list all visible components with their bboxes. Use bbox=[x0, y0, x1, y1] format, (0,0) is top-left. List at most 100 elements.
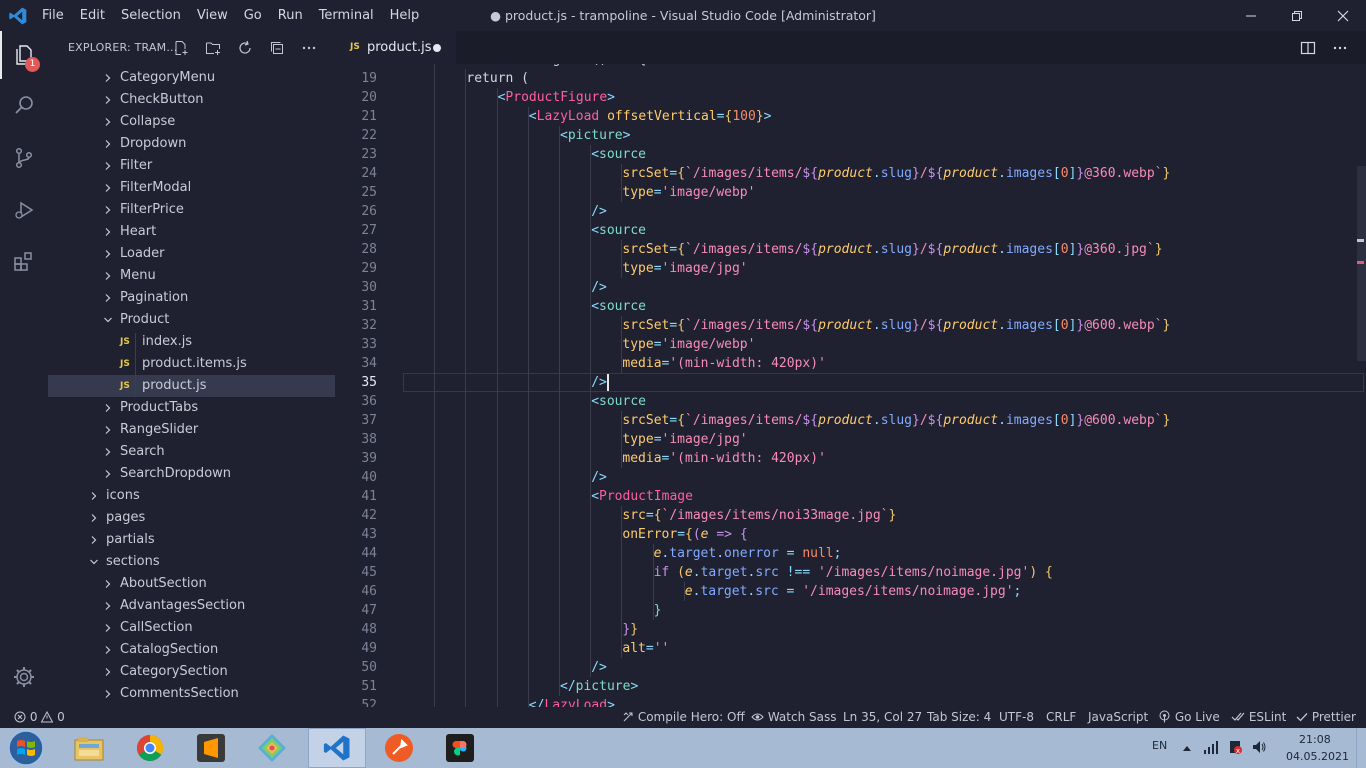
folder-item[interactable]: partials bbox=[48, 529, 335, 551]
code-line[interactable]: 30 /> bbox=[335, 278, 1366, 297]
menu-edit[interactable]: Edit bbox=[72, 0, 113, 31]
explorer-activity[interactable]: 1 bbox=[0, 31, 48, 79]
start-button[interactable] bbox=[0, 728, 52, 768]
folder-item[interactable]: Dropdown bbox=[48, 133, 335, 155]
folder-item[interactable]: Filter bbox=[48, 155, 335, 177]
clock-date[interactable]: 04.05.2021 bbox=[1286, 750, 1349, 763]
code-line[interactable]: 38 type='image/jpg' bbox=[335, 430, 1366, 449]
code-line[interactable]: 45 if (e.target.src !== '/images/items/no… bbox=[335, 563, 1366, 582]
watch-sass-status[interactable]: Watch Sass bbox=[751, 707, 836, 728]
code-line[interactable]: 25 type='image/webp' bbox=[335, 183, 1366, 202]
code-line[interactable]: 41 <ProductImage bbox=[335, 487, 1366, 506]
folder-item[interactable]: CategorySection bbox=[48, 661, 335, 683]
taskbar-vscode[interactable] bbox=[308, 728, 366, 768]
folder-item[interactable]: CategoryMenu bbox=[48, 67, 335, 89]
code-line[interactable]: 24 srcSet={`/images/items/${product.slug}… bbox=[335, 164, 1366, 183]
folder-item[interactable]: CheckButton bbox=[48, 89, 335, 111]
menu-selection[interactable]: Selection bbox=[113, 0, 189, 31]
close-button[interactable] bbox=[1320, 0, 1366, 31]
minimize-button[interactable] bbox=[1228, 0, 1274, 31]
code-line[interactable]: 23 <source bbox=[335, 145, 1366, 164]
folder-item[interactable]: ProductTabs bbox=[48, 397, 335, 419]
unsaved-dot-icon[interactable] bbox=[433, 44, 441, 52]
taskbar-figma[interactable] bbox=[431, 728, 489, 768]
code-line[interactable]: 42 src={`/images/items/noi33mage.jpg`} bbox=[335, 506, 1366, 525]
code-line[interactable]: 47} bbox=[335, 601, 1366, 620]
folder-item[interactable]: sections bbox=[48, 551, 335, 573]
menu-file[interactable]: File bbox=[34, 0, 72, 31]
folder-item[interactable]: FilterPrice bbox=[48, 199, 335, 221]
taskbar-file-explorer[interactable] bbox=[60, 728, 118, 768]
folder-item[interactable]: pages bbox=[48, 507, 335, 529]
folder-item[interactable]: Pagination bbox=[48, 287, 335, 309]
folder-item[interactable]: Search bbox=[48, 441, 335, 463]
language-mode[interactable]: JavaScript bbox=[1088, 707, 1148, 728]
folder-item[interactable]: AboutSection bbox=[48, 573, 335, 595]
tab-size[interactable]: Tab Size: 4 bbox=[927, 707, 991, 728]
taskbar-git-app[interactable] bbox=[243, 728, 301, 768]
problems-indicator[interactable]: 0 0 bbox=[14, 707, 65, 728]
code-line[interactable]: 48}} bbox=[335, 620, 1366, 639]
code-line[interactable]: 21 <LazyLoad offsetVertical={100}> bbox=[335, 107, 1366, 126]
code-line[interactable]: 20 <ProductFigure> bbox=[335, 88, 1366, 107]
compile-hero-status[interactable]: Compile Hero: Off bbox=[622, 707, 745, 728]
network-icon[interactable] bbox=[1203, 739, 1219, 755]
new-file-button[interactable] bbox=[171, 38, 191, 58]
code-line[interactable]: 28 srcSet={`/images/items/${product.slug}… bbox=[335, 240, 1366, 259]
code-line[interactable]: 43 onError={(e => { bbox=[335, 525, 1366, 544]
code-line[interactable]: 32 srcSet={`/images/items/${product.slug}… bbox=[335, 316, 1366, 335]
cursor-position[interactable]: Ln 35, Col 27 bbox=[843, 707, 922, 728]
code-line[interactable]: 33 type='image/webp' bbox=[335, 335, 1366, 354]
folder-item[interactable]: icons bbox=[48, 485, 335, 507]
clock-time[interactable]: 21:08 bbox=[1299, 733, 1331, 746]
eslint-status[interactable]: ESLint bbox=[1231, 707, 1286, 728]
folder-item[interactable]: CommentsSection bbox=[48, 683, 335, 705]
keyboard-language[interactable]: EN bbox=[1152, 739, 1167, 752]
code-line[interactable]: 35 /> bbox=[335, 373, 1366, 392]
end-of-line[interactable]: CRLF bbox=[1046, 707, 1076, 728]
code-line[interactable]: 34 media='(min-width: 420px)' bbox=[335, 354, 1366, 373]
tab-product-js[interactable]: JS product.js bbox=[335, 31, 456, 64]
taskbar-chrome[interactable] bbox=[121, 728, 179, 768]
extensions-activity[interactable] bbox=[0, 238, 48, 286]
folder-item[interactable]: Heart bbox=[48, 221, 335, 243]
code-line[interactable]: 52 </LazyLoad> bbox=[335, 696, 1366, 707]
more-actions-button[interactable] bbox=[299, 38, 319, 58]
code-line[interactable]: 36 <source bbox=[335, 392, 1366, 411]
code-line[interactable]: 19 return ( bbox=[335, 69, 1366, 88]
taskbar-sublime-text[interactable] bbox=[182, 728, 240, 768]
file-item[interactable]: JS index.js bbox=[48, 331, 335, 353]
code-line[interactable]: 51 </picture> bbox=[335, 677, 1366, 696]
code-line[interactable]: 37 srcSet={`/images/items/${product.slug}… bbox=[335, 411, 1366, 430]
folder-item[interactable]: Loader bbox=[48, 243, 335, 265]
taskbar-postman[interactable] bbox=[370, 728, 428, 768]
menu-go[interactable]: Go bbox=[236, 0, 270, 31]
vertical-scrollbar[interactable] bbox=[1354, 64, 1366, 707]
code-editor[interactable]: 18const renderImage = () => {19return (2… bbox=[335, 64, 1366, 707]
code-line[interactable]: 22 <picture> bbox=[335, 126, 1366, 145]
volume-icon[interactable] bbox=[1251, 739, 1267, 755]
code-line[interactable]: 31 <source bbox=[335, 297, 1366, 316]
file-item[interactable]: JS product.js bbox=[48, 375, 335, 397]
manage-activity[interactable] bbox=[0, 653, 48, 701]
go-live-status[interactable]: Go Live bbox=[1158, 707, 1220, 728]
folder-item[interactable]: Menu bbox=[48, 265, 335, 287]
search-activity[interactable] bbox=[0, 81, 48, 129]
split-editor-button[interactable] bbox=[1298, 38, 1318, 58]
code-line[interactable]: 29 type='image/jpg' bbox=[335, 259, 1366, 278]
show-desktop-button[interactable] bbox=[1356, 728, 1366, 768]
code-line[interactable]: 26 /> bbox=[335, 202, 1366, 221]
folder-item[interactable]: RangeSlider bbox=[48, 419, 335, 441]
code-line[interactable]: 39 media='(min-width: 420px)' bbox=[335, 449, 1366, 468]
menu-run[interactable]: Run bbox=[270, 0, 311, 31]
editor-more-actions-button[interactable] bbox=[1330, 38, 1350, 58]
new-folder-button[interactable] bbox=[203, 38, 223, 58]
restore-button[interactable] bbox=[1274, 0, 1320, 31]
code-line[interactable]: 50 /> bbox=[335, 658, 1366, 677]
folder-item[interactable]: Collapse bbox=[48, 111, 335, 133]
file-item[interactable]: JS product.items.js bbox=[48, 353, 335, 375]
menu-help[interactable]: Help bbox=[382, 0, 428, 31]
code-line[interactable]: 40 /> bbox=[335, 468, 1366, 487]
code-line[interactable]: 49 alt='' bbox=[335, 639, 1366, 658]
menu-view[interactable]: View bbox=[189, 0, 236, 31]
